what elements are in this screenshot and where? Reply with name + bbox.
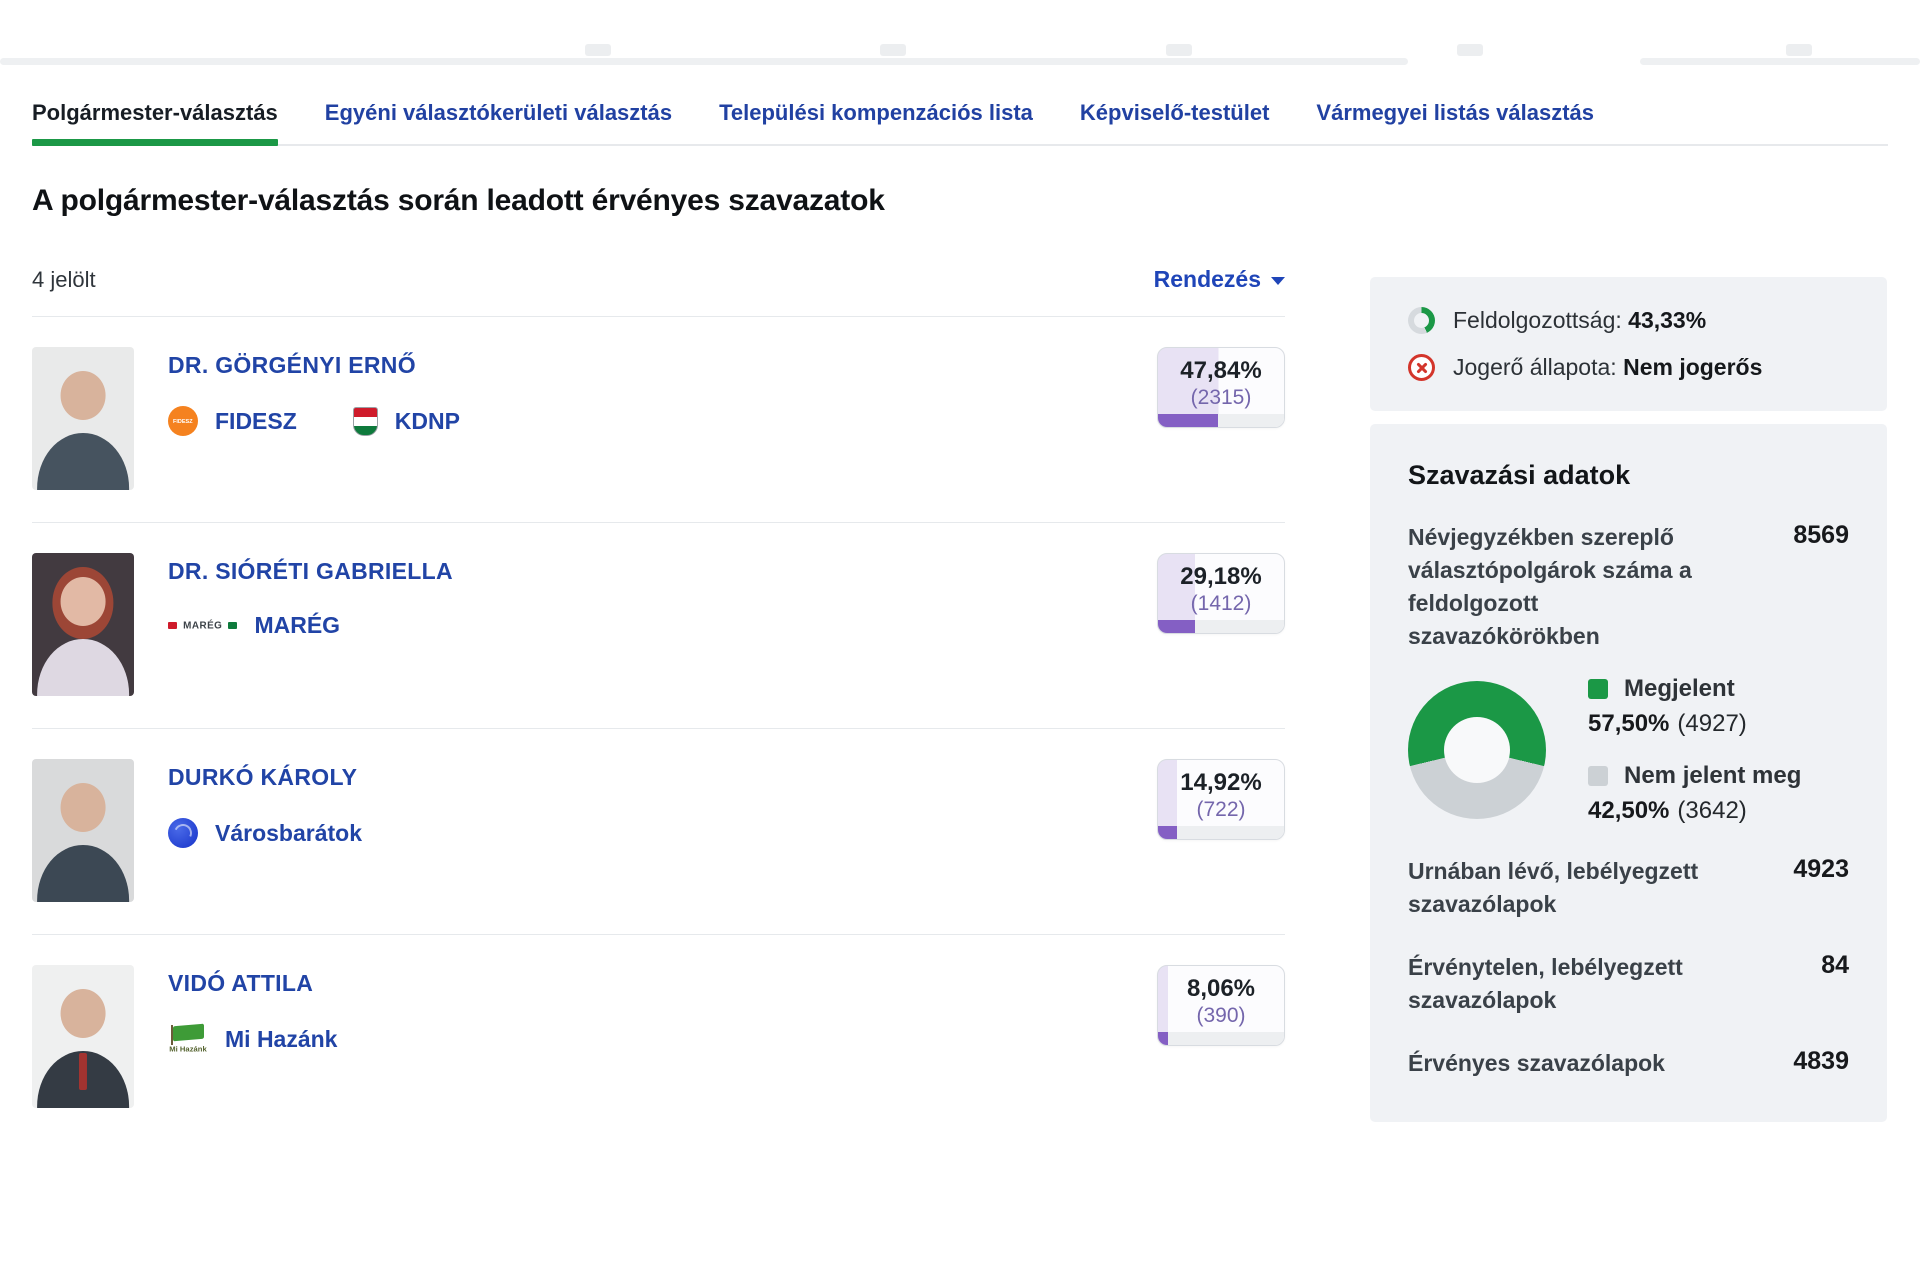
- tab-varmegyei-listas[interactable]: Vármegyei listás választás: [1316, 100, 1594, 144]
- registered-voters-label: Névjegyzékben szereplő választópolgárok …: [1408, 521, 1730, 653]
- mi-hazank-logo-icon: Mi Hazánk: [168, 1024, 208, 1054]
- party-kdnp: KDNP: [353, 407, 460, 436]
- mareg-logo-icon: MARÉG: [168, 618, 237, 634]
- candidate-photo[interactable]: [32, 553, 134, 696]
- party-label: KDNP: [395, 408, 460, 435]
- candidate-row: DR. SIÓRÉTI GABRIELLA MARÉG MARÉG 29,18%…: [32, 522, 1285, 728]
- percent-bar: [1158, 620, 1284, 633]
- percent-bar: [1158, 826, 1284, 839]
- candidate-photo[interactable]: [32, 759, 134, 902]
- result-box: 47,84% (2315): [1157, 347, 1285, 428]
- candidate-row: VIDÓ ATTILA Mi Hazánk Mi Hazánk 8,06% (3…: [32, 934, 1285, 1140]
- candidate-photo[interactable]: [32, 347, 134, 490]
- processing-row: Feldolgozottság: 43,33%: [1408, 307, 1849, 334]
- result-box: 29,18% (1412): [1157, 553, 1285, 634]
- legend-count: (3642): [1677, 797, 1746, 824]
- percent-value: 8,06%: [1158, 975, 1284, 1003]
- legend-count: (4927): [1677, 710, 1746, 737]
- percent-value: 47,84%: [1158, 357, 1284, 385]
- party-mareg: MARÉG MARÉG: [168, 612, 340, 639]
- tab-egyeni-valasztokeruleti[interactable]: Egyéni választókerületi választás: [325, 100, 672, 144]
- kdnp-logo-icon: [353, 407, 378, 436]
- green-swatch-icon: [1588, 679, 1608, 699]
- legend-item-present: Megjelent 57,50% (4927): [1588, 675, 1801, 738]
- voting-data-box: Szavazási adatok Névjegyzékben szereplő …: [1370, 424, 1887, 1122]
- percent-value: 14,92%: [1158, 769, 1284, 797]
- legend-item-absent: Nem jelent meg 42,50% (3642): [1588, 762, 1801, 825]
- tab-polgarmester-valasztas[interactable]: Polgármester-választás: [32, 100, 278, 144]
- legend-label: Megjelent: [1624, 675, 1735, 703]
- legend-percent: 42,50%: [1588, 797, 1669, 824]
- party-label: Városbarátok: [215, 820, 362, 847]
- registered-voters-row: Névjegyzékben szereplő választópolgárok …: [1408, 521, 1849, 653]
- tab-kepviselo-testulet[interactable]: Képviselő-testület: [1080, 100, 1270, 144]
- sort-dropdown[interactable]: Rendezés: [1154, 266, 1285, 293]
- party-label: MARÉG: [254, 612, 340, 639]
- party-label: Mi Hazánk: [225, 1026, 337, 1053]
- circle-x-icon: [1408, 354, 1435, 381]
- processing-status-box: Feldolgozottság: 43,33% Jogerő állapota:…: [1370, 277, 1887, 411]
- party-fidesz: FIDESZ FIDESZ: [168, 406, 297, 436]
- stat-value: 4839: [1793, 1047, 1849, 1080]
- legend-label: Nem jelent meg: [1624, 762, 1801, 790]
- vote-count: (1412): [1158, 592, 1284, 616]
- candidate-name-link[interactable]: DR. GÖRGÉNYI ERNŐ: [168, 352, 460, 379]
- list-header: 4 jelölt Rendezés: [32, 266, 1285, 293]
- result-box: 8,06% (390): [1157, 965, 1285, 1046]
- stat-label: Érvényes szavazólapok: [1408, 1047, 1730, 1080]
- varosbaratok-logo-icon: [168, 818, 198, 848]
- election-results-page: Polgármester-választás Egyéni választóke…: [0, 0, 1920, 1280]
- candidate-row: DURKÓ KÁROLY Városbarátok 14,92% (722): [32, 728, 1285, 934]
- stat-value: 84: [1821, 951, 1849, 1017]
- legend-percent: 57,50%: [1588, 710, 1669, 737]
- vote-count: (390): [1158, 1004, 1284, 1028]
- chevron-down-icon: [1271, 277, 1285, 285]
- turnout-donut-chart: [1408, 681, 1546, 819]
- gray-swatch-icon: [1588, 766, 1608, 786]
- candidate-row: DR. GÖRGÉNYI ERNŐ FIDESZ FIDESZ KDNP 47,…: [32, 316, 1285, 522]
- stat-label: Urnában lévő, lebélyegzett szavazólapok: [1408, 855, 1730, 921]
- percent-value: 29,18%: [1158, 563, 1284, 591]
- registered-voters-value: 8569: [1793, 521, 1849, 653]
- processing-label: Feldolgozottság:: [1453, 307, 1622, 333]
- vote-count: (722): [1158, 798, 1284, 822]
- candidate-photo[interactable]: [32, 965, 134, 1108]
- page-title: A polgármester-választás során leadott é…: [32, 184, 885, 218]
- finality-label: Jogerő állapota:: [1453, 354, 1617, 380]
- finality-row: Jogerő állapota: Nem jogerős: [1408, 354, 1849, 381]
- ballots-in-urn-row: Urnában lévő, lebélyegzett szavazólapok …: [1408, 855, 1849, 921]
- processing-value: 43,33%: [1628, 307, 1706, 333]
- candidate-name-link[interactable]: DR. SIÓRÉTI GABRIELLA: [168, 558, 453, 585]
- vote-count: (2315): [1158, 386, 1284, 410]
- candidate-list: DR. GÖRGÉNYI ERNŐ FIDESZ FIDESZ KDNP 47,…: [32, 316, 1285, 1140]
- fidesz-logo-icon: FIDESZ: [168, 406, 198, 436]
- sort-label: Rendezés: [1154, 266, 1261, 293]
- candidate-name-link[interactable]: DURKÓ KÁROLY: [168, 764, 362, 791]
- voting-data-title: Szavazási adatok: [1408, 460, 1849, 491]
- turnout-chart-row: Megjelent 57,50% (4927) Nem jelent meg 42…: [1408, 675, 1849, 825]
- progress-donut-icon: [1408, 307, 1435, 334]
- valid-ballots-row: Érvényes szavazólapok 4839: [1408, 1047, 1849, 1080]
- tab-telepulesi-kompenzacios[interactable]: Települési kompenzációs lista: [719, 100, 1033, 144]
- party-label: FIDESZ: [215, 408, 297, 435]
- candidate-name-link[interactable]: VIDÓ ATTILA: [168, 970, 337, 997]
- party-varosbaratok: Városbarátok: [168, 818, 362, 848]
- stat-value: 4923: [1793, 855, 1849, 921]
- result-box: 14,92% (722): [1157, 759, 1285, 840]
- invalid-ballots-row: Érvénytelen, lebélyegzett szavazólapok 8…: [1408, 951, 1849, 1017]
- turnout-legend: Megjelent 57,50% (4927) Nem jelent meg 42…: [1588, 675, 1801, 825]
- candidate-count: 4 jelölt: [32, 267, 96, 293]
- percent-bar: [1158, 414, 1284, 427]
- stat-label: Érvénytelen, lebélyegzett szavazólapok: [1408, 951, 1730, 1017]
- party-mi-hazank: Mi Hazánk Mi Hazánk: [168, 1024, 337, 1054]
- election-type-tab-bar: Polgármester-választás Egyéni választóke…: [32, 100, 1888, 146]
- finality-value: Nem jogerős: [1623, 354, 1762, 380]
- percent-bar: [1158, 1032, 1284, 1045]
